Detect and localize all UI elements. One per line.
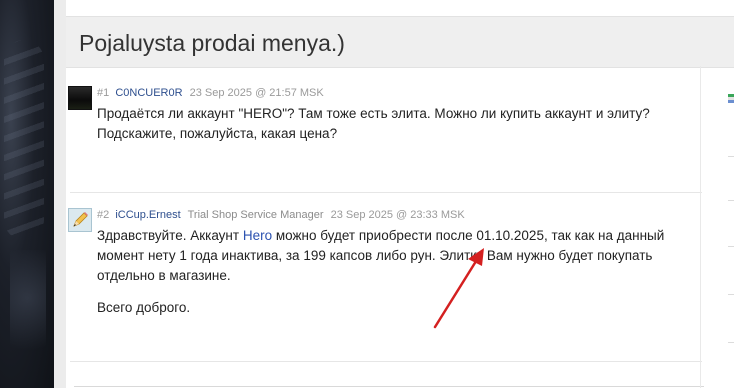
post-line: Продаётся ли аккаунт "HERO"? Там тоже ес… bbox=[97, 106, 650, 121]
post-meta: #2 iCCup.Ernest Trial Shop Service Manag… bbox=[97, 209, 465, 221]
sidebar-marker bbox=[728, 200, 734, 201]
post-number[interactable]: #2 bbox=[97, 209, 109, 221]
avatar[interactable] bbox=[68, 86, 92, 110]
post-date: 23 Sep 2025 @ 21:57 MSK bbox=[189, 87, 324, 99]
post-paragraph: Здравствуйте. Аккаунт Hero можно будет п… bbox=[97, 226, 677, 286]
post-body: Здравствуйте. Аккаунт Hero можно будет п… bbox=[97, 226, 677, 318]
left-background-art bbox=[0, 0, 54, 388]
sidebar-divider bbox=[700, 66, 701, 388]
post-number[interactable]: #1 bbox=[97, 87, 109, 99]
pencil-icon[interactable] bbox=[68, 208, 92, 232]
sidebar-marker bbox=[728, 246, 734, 247]
sidebar-marker bbox=[728, 294, 734, 295]
post-line: Подскажите, пожалуйста, какая цена? bbox=[97, 126, 338, 141]
author-role: Trial Shop Service Manager bbox=[187, 209, 324, 221]
author-link[interactable]: C0NCUER0R bbox=[115, 87, 182, 99]
post-text: Здравствуйте. Аккаунт bbox=[97, 228, 243, 243]
flag-icon[interactable] bbox=[727, 91, 734, 104]
post-closing: Всего доброго. bbox=[97, 300, 191, 315]
forum-content: Pojaluysta prodai menya.) #1 C0NCUER0R 2… bbox=[66, 0, 734, 388]
topic-title: Pojaluysta prodai menya.) bbox=[79, 30, 345, 56]
post-date: 23 Sep 2025 @ 23:33 MSK bbox=[330, 209, 465, 221]
post-body: Продаётся ли аккаунт "HERO"? Там тоже ес… bbox=[97, 104, 677, 144]
topic-header: Pojaluysta prodai menya.) bbox=[66, 16, 734, 68]
sidebar-marker bbox=[728, 156, 734, 157]
sidebar-marker bbox=[728, 342, 734, 343]
post-divider bbox=[70, 192, 702, 193]
post-divider bbox=[74, 386, 704, 387]
page-gutter bbox=[54, 0, 66, 388]
post-meta: #1 C0NCUER0R 23 Sep 2025 @ 21:57 MSK bbox=[97, 87, 324, 99]
post-divider bbox=[70, 361, 702, 362]
author-link[interactable]: iCCup.Ernest bbox=[115, 209, 180, 221]
hero-link[interactable]: Hero bbox=[243, 228, 272, 243]
